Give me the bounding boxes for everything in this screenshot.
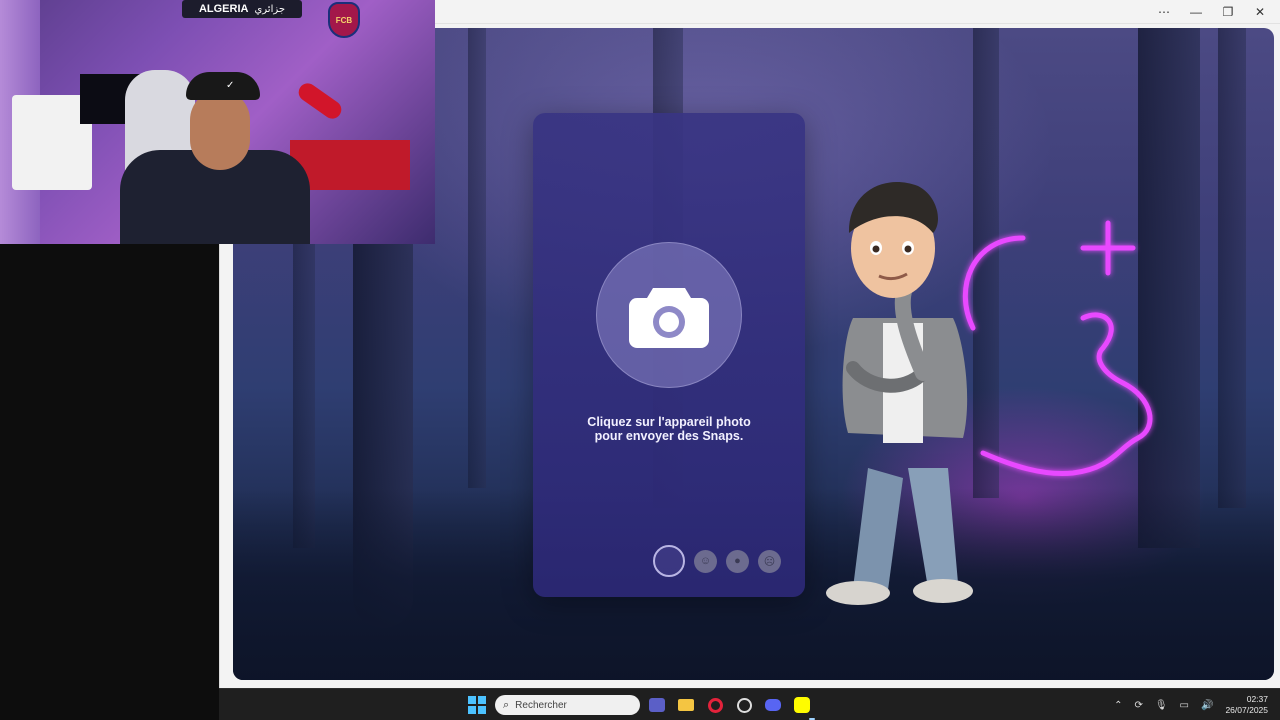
left-empty-area — [0, 244, 219, 720]
lens-carousel: ☺ ● ☹ — [653, 545, 781, 577]
teams-icon[interactable] — [647, 695, 667, 715]
maximize-icon[interactable]: ❐ — [1214, 2, 1242, 22]
nike-swoosh-icon: ✓ — [226, 80, 235, 91]
windows-taskbar: ⌕ Rechercher ⌃ ⟳ 🎙 ▭ 🔊 02:37 26/07/2025 — [219, 688, 1280, 720]
clock-date: 26/07/2025 — [1225, 705, 1268, 715]
discord-icon[interactable] — [763, 695, 783, 715]
lens-face-icon[interactable]: ☹ — [758, 549, 781, 573]
search-icon: ⌕ — [503, 698, 510, 711]
microphone — [295, 79, 345, 123]
lens-mask-icon[interactable]: ☺ — [694, 549, 717, 573]
banner-text: ALGERIA — [198, 3, 249, 15]
lens-blank-icon[interactable] — [653, 545, 685, 577]
bitmoji-avatar — [826, 182, 973, 605]
close-icon[interactable]: ✕ — [1246, 2, 1274, 22]
network-icon[interactable]: ▭ — [1180, 700, 1189, 711]
more-icon[interactable]: ⋯ — [1150, 2, 1178, 22]
camera-button[interactable] — [596, 242, 742, 388]
camera-instruction-text: Cliquez sur l'appareil photo pour envoye… — [587, 415, 751, 443]
clock[interactable]: 02:37 26/07/2025 — [1225, 694, 1268, 716]
fcb-crest-icon: FCB — [328, 2, 360, 38]
minimize-icon[interactable]: — — [1182, 2, 1210, 22]
volume-icon[interactable]: 🔊 — [1201, 700, 1213, 711]
system-tray: ⌃ ⟳ 🎙 ▭ 🔊 02:37 26/07/2025 — [1114, 689, 1268, 720]
sync-icon[interactable]: ⟳ — [1134, 700, 1142, 711]
taskbar-search[interactable]: ⌕ Rechercher — [495, 695, 640, 715]
microphone-icon[interactable]: 🎙 — [1155, 700, 1168, 711]
clock-time: 02:37 — [1246, 694, 1268, 704]
chevron-up-icon[interactable]: ⌃ — [1114, 700, 1122, 711]
lens-planet-icon[interactable]: ● — [726, 549, 749, 573]
crest-text: FCB — [335, 15, 353, 25]
search-placeholder: Rechercher — [515, 699, 567, 711]
opera-gx-icon[interactable] — [705, 695, 725, 715]
snap-camera-panel: Cliquez sur l'appareil photo pour envoye… — [533, 113, 805, 597]
snapchat-icon[interactable] — [792, 695, 812, 715]
window-left-edge — [219, 244, 233, 688]
file-explorer-icon[interactable] — [676, 695, 696, 715]
obs-icon[interactable] — [734, 695, 754, 715]
camera-icon — [629, 288, 709, 348]
windows-start-icon[interactable] — [467, 695, 487, 715]
black-cap — [186, 72, 260, 100]
webcam-overlay: ALGERIA جزائري FCB ✓ — [0, 0, 435, 244]
algeria-banner: ALGERIA جزائري — [182, 0, 302, 18]
tree-trunk — [468, 28, 486, 488]
banner-arabic-text: جزائري — [254, 3, 286, 15]
tree-trunk — [1218, 28, 1246, 508]
person-face — [190, 90, 250, 170]
